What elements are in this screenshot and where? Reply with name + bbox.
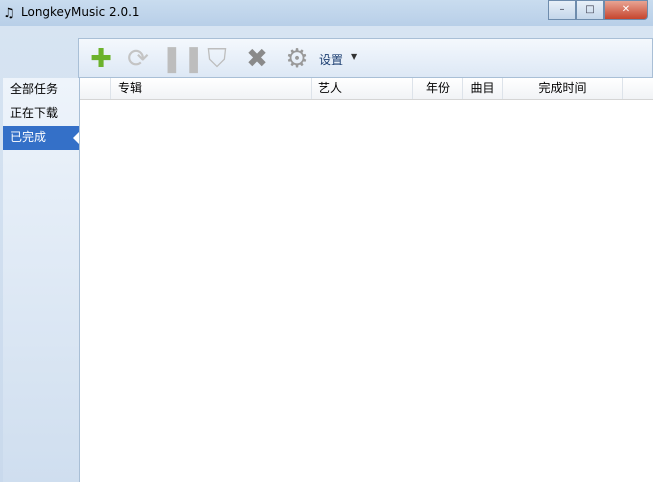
column-header-blank bbox=[80, 78, 111, 99]
sidebar-item-all[interactable]: 全部任务 bbox=[3, 78, 79, 102]
open-folder-icon[interactable]: ⛉ bbox=[201, 43, 233, 75]
table-header: 专辑 艺人 年份 曲目 完成时间 bbox=[80, 78, 653, 100]
add-task-icon[interactable]: ✚ bbox=[85, 43, 117, 75]
task-table: 专辑 艺人 年份 曲目 完成时间 bbox=[79, 78, 653, 482]
maximize-button[interactable]: □ bbox=[576, 0, 604, 20]
settings-button[interactable]: 设置 bbox=[319, 51, 343, 68]
delete-icon[interactable]: ✖ bbox=[241, 43, 273, 75]
column-header-album[interactable]: 专辑 bbox=[111, 78, 312, 99]
column-header-tracks[interactable]: 曲目 bbox=[463, 78, 503, 99]
sidebar-item-downloading[interactable]: 正在下载 bbox=[3, 102, 79, 126]
close-button[interactable]: ✕ bbox=[604, 0, 648, 20]
title-bar: ♫ LongkeyMusic 2.0.1 – □ ✕ bbox=[0, 0, 653, 26]
chevron-down-icon[interactable]: ▼ bbox=[351, 52, 357, 61]
minimize-button[interactable]: – bbox=[548, 0, 576, 20]
sidebar-item-completed[interactable]: 已完成 bbox=[3, 126, 79, 150]
app-music-icon: ♫ bbox=[3, 6, 15, 21]
toolbar: ✚ ⟳ ❚❚ ⛉ ✖ ⚙ 设置 ▼ bbox=[78, 38, 653, 78]
column-header-completed-time[interactable]: 完成时间 bbox=[503, 78, 623, 99]
column-header-year[interactable]: 年份 bbox=[413, 78, 463, 99]
column-header-artist[interactable]: 艺人 bbox=[312, 78, 413, 99]
settings-gear-icon[interactable]: ⚙ bbox=[281, 43, 313, 75]
pause-icon[interactable]: ❚❚ bbox=[161, 43, 205, 75]
window-title: LongkeyMusic 2.0.1 bbox=[21, 5, 140, 19]
sidebar: 全部任务 正在下载 已完成 bbox=[3, 78, 79, 482]
refresh-icon[interactable]: ⟳ bbox=[122, 43, 154, 75]
